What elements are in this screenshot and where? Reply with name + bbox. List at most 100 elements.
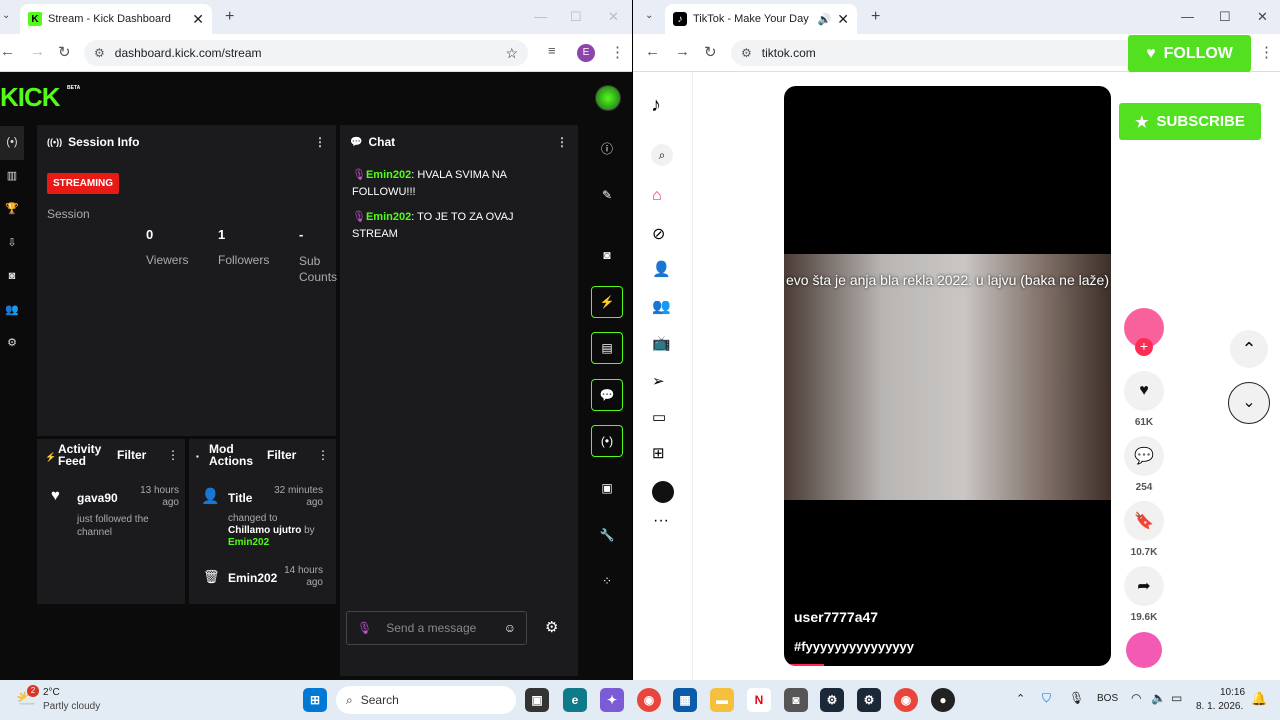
clock-time[interactable]: 10:16 — [1220, 687, 1245, 698]
clock-date[interactable]: 8. 1. 2026. — [1196, 701, 1243, 712]
copilot-icon[interactable]: ✦ — [600, 688, 624, 712]
settings-nav-icon[interactable]: ⚙ — [0, 327, 24, 361]
edge-icon[interactable]: e — [563, 688, 587, 712]
minimize-icon[interactable]: — — [1181, 9, 1194, 24]
mod-username[interactable]: Emin202 — [228, 537, 269, 548]
store-icon[interactable]: ▦ — [673, 688, 697, 712]
share-button[interactable]: ➦ 19.6K — [1124, 566, 1164, 623]
kick-logo[interactable]: KICK — [0, 82, 61, 113]
friends-icon[interactable]: 👥 — [652, 297, 671, 315]
close-tab-icon[interactable]: ✕ — [837, 11, 849, 28]
netflix-icon[interactable]: N — [747, 688, 771, 712]
url-field[interactable]: ⚙ dashboard.kick.com/stream ☆ — [84, 40, 528, 66]
chat-settings-icon[interactable]: ⚙ — [545, 618, 558, 636]
volume-icon[interactable]: 🔈 — [1151, 691, 1166, 705]
maximize-icon[interactable]: ☐ — [570, 9, 582, 25]
video-author[interactable]: user7777a47 — [794, 609, 878, 625]
task-view-icon[interactable]: ▣ — [525, 688, 549, 712]
emoji-icon[interactable]: ☺ — [504, 621, 516, 635]
audio-playing-icon[interactable]: 🔊 — [818, 13, 832, 26]
browser-menu-icon[interactable]: ⋮ — [610, 43, 625, 61]
close-window-icon[interactable]: ✕ — [1257, 9, 1268, 25]
reload-icon[interactable]: ↻ — [58, 43, 71, 61]
video-player[interactable]: evo šta je anja bla rekla 2022. u lajvu … — [784, 86, 1111, 666]
chrome-profile-icon[interactable]: ◉ — [894, 688, 918, 712]
tab-search-icon[interactable]: ⌄ — [645, 10, 653, 21]
taskbar-search[interactable]: ⌕ Search — [336, 686, 516, 714]
upload-nav-icon[interactable]: ⇩ — [0, 227, 24, 261]
broadcast-toggle-icon[interactable]: (•) — [591, 425, 623, 457]
like-button[interactable]: ♥ 61K — [1124, 371, 1164, 428]
battery-icon[interactable]: ▭ — [1171, 691, 1182, 705]
minimize-icon[interactable]: — — [534, 9, 547, 24]
activity-menu-icon[interactable]: ⋮ — [167, 448, 179, 462]
profile-avatar[interactable]: E — [577, 44, 595, 62]
previous-video-button[interactable]: ⌃ — [1230, 330, 1268, 368]
tab-kick-dashboard[interactable]: K Stream - Kick Dashboard ✕ — [20, 4, 212, 34]
tab-tiktok[interactable]: ♪ TikTok - Make Your Day 🔊 ✕ — [665, 4, 857, 34]
music-disc-icon[interactable] — [1126, 632, 1162, 668]
quick-action-lightning-icon[interactable]: ⚡ — [591, 286, 623, 318]
site-info-icon[interactable]: ⚙ — [94, 46, 105, 60]
obs-icon[interactable]: ● — [931, 688, 955, 712]
security-icon[interactable]: ⛉ — [1042, 691, 1051, 706]
browser-menu-icon[interactable]: ⋮ — [1259, 43, 1274, 61]
subscribe-overlay-button[interactable]: ★ SUBSCRIBE — [1119, 103, 1261, 140]
chat-input[interactable]: 🎙 Send a message ☺ — [346, 611, 527, 645]
forward-icon[interactable]: → — [30, 43, 45, 60]
video-hashtag[interactable]: #fyyyyyyyyyyyyyyy — [794, 639, 914, 654]
bookmark-star-icon[interactable]: ☆ — [505, 45, 518, 62]
user-avatar[interactable] — [595, 85, 621, 111]
camera-icon[interactable]: ◙ — [784, 688, 808, 712]
more-tools-icon[interactable]: ⁘ — [591, 565, 623, 597]
start-icon[interactable]: ⊞ — [303, 688, 327, 712]
microphone-icon[interactable]: 🎙 — [1069, 691, 1084, 705]
steam-2-icon[interactable]: ⚙ — [857, 688, 881, 712]
back-icon[interactable]: ← — [0, 43, 15, 60]
video-icon[interactable]: ▣ — [591, 472, 623, 504]
more-icon[interactable]: ··· — [653, 512, 669, 530]
notification-bell-icon[interactable]: 🔔 — [1251, 691, 1267, 707]
clips-nav-icon[interactable]: ◙ — [0, 260, 24, 294]
wifi-icon[interactable]: ◠ — [1131, 691, 1141, 705]
community-nav-icon[interactable]: 👥 — [0, 294, 24, 328]
maximize-icon[interactable]: ☐ — [1219, 9, 1231, 25]
follow-overlay-button[interactable]: ♥ FOLLOW — [1128, 35, 1251, 72]
close-tab-icon[interactable]: ✕ — [192, 11, 204, 28]
edit-icon[interactable]: ✎ — [591, 179, 623, 211]
tiktok-logo-icon[interactable]: ♪ — [651, 94, 661, 117]
chat-username[interactable]: Emin202 — [366, 169, 411, 181]
chat-toggle-icon[interactable]: 💬 — [591, 379, 623, 411]
search-icon[interactable]: ⌕ — [651, 144, 673, 166]
achievements-nav-icon[interactable]: 🏆 — [0, 193, 24, 227]
url-field[interactable]: ⚙ tiktok.com — [731, 40, 1151, 66]
messages-icon[interactable]: ➢ — [652, 372, 665, 390]
reload-icon[interactable]: ↻ — [704, 43, 717, 61]
chat-menu-icon[interactable]: ⋮ — [556, 135, 568, 149]
live-icon[interactable]: 📺 — [652, 334, 671, 352]
steam-icon[interactable]: ⚙ — [820, 688, 844, 712]
back-icon[interactable]: ← — [645, 43, 660, 60]
following-icon[interactable]: 👤 — [652, 260, 671, 278]
analytics-nav-icon[interactable]: ▥ — [0, 160, 24, 194]
language-indicator[interactable]: BOS — [1097, 693, 1118, 704]
next-video-button[interactable]: ⌄ — [1228, 382, 1270, 424]
upload-icon[interactable]: ⊞ — [652, 444, 665, 462]
explore-icon[interactable]: ⊘ — [652, 224, 665, 244]
video-progress-bar[interactable] — [784, 664, 824, 666]
chrome-icon[interactable]: ◉ — [637, 688, 661, 712]
chat-username[interactable]: Emin202 — [366, 211, 411, 223]
tray-chevron-icon[interactable]: ⌃ — [1016, 692, 1025, 705]
mod-filter-button[interactable]: Filter — [267, 448, 296, 462]
site-info-icon[interactable]: ⚙ — [741, 46, 752, 60]
mod-menu-icon[interactable]: ⋮ — [317, 448, 329, 462]
notes-icon[interactable]: ▤ — [591, 332, 623, 364]
profile-avatar[interactable] — [652, 481, 674, 503]
clip-icon[interactable]: ◙ — [591, 239, 623, 271]
media-icon[interactable]: ≡ — [548, 43, 556, 58]
comment-button[interactable]: 💬 254 — [1124, 436, 1164, 493]
info-icon[interactable]: ⓘ — [591, 132, 623, 164]
activity-filter-button[interactable]: Filter — [117, 448, 146, 462]
follow-plus-icon[interactable]: + — [1135, 338, 1153, 356]
activity-icon[interactable]: ▭ — [652, 408, 666, 426]
